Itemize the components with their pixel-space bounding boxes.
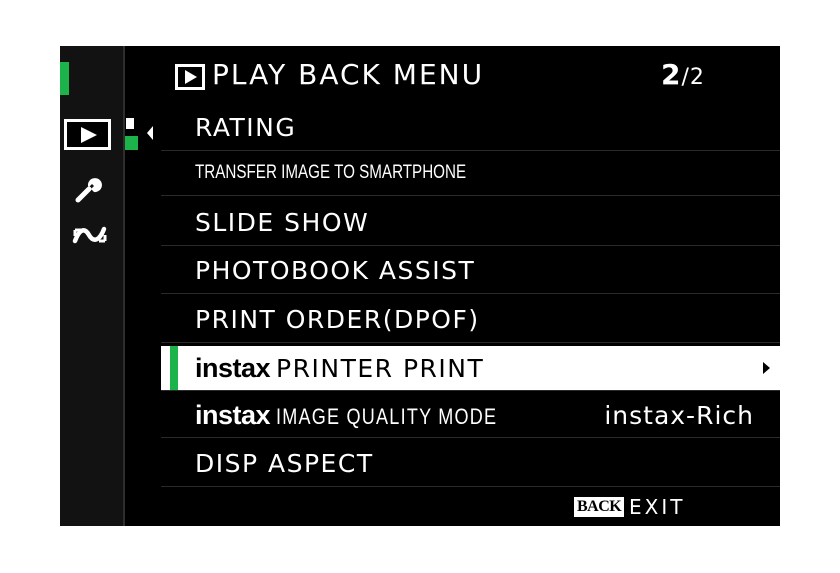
menu-item-label: instax PRINTER PRINT [195,353,484,384]
connection-icon[interactable] [72,224,108,246]
page-total: /2 [681,65,705,90]
page-current: 2 [661,58,682,91]
menu-item-text: IMAGE QUALITY MODE [276,404,498,429]
camera-menu-screen: PLAY BACK MENU 2/2 RATING TRANSFER IMAGE… [60,46,780,526]
selection-indicator [170,346,178,390]
menu-item-value: instax-Rich [604,401,754,430]
menu-item-print-order[interactable]: PRINT ORDER(DPOF) [161,298,780,343]
wrench-icon[interactable] [74,174,104,204]
menu-header: PLAY BACK MENU 2/2 [161,46,780,106]
playback-tab-icon[interactable] [64,119,111,150]
menu-item-transfer-image[interactable]: TRANSFER IMAGE TO SMARTPHONE [161,151,780,196]
page-number: 2/2 [661,58,705,91]
menu-item-instax-printer-print[interactable]: instax PRINTER PRINT [161,346,780,391]
menu-category-sidebar [60,46,153,526]
menu-item-label: PHOTOBOOK ASSIST [195,256,476,285]
menu-item-instax-image-quality[interactable]: instax IMAGE QUALITY MODE instax-Rich [161,393,780,438]
page-indicator-1 [126,118,134,129]
menu-item-label: PRINT ORDER(DPOF) [195,305,480,334]
sidebar-accent-mark [60,62,69,95]
sidebar-divider [123,46,125,526]
back-button-badge[interactable]: BACK [574,497,625,517]
page-title: PLAY BACK MENU [212,58,485,91]
instax-logo: instax [195,400,271,430]
active-tab-caret-icon [147,126,153,140]
menu-item-disp-aspect[interactable]: DISP ASPECT [161,442,780,487]
submenu-arrow-icon [763,362,770,374]
menu-item-label: RATING [195,113,297,142]
exit-label: EXIT [629,495,686,519]
menu-item-slide-show[interactable]: SLIDE SHOW [161,201,780,246]
menu-item-rating[interactable]: RATING [161,106,780,151]
menu-footer: BACK EXIT [161,489,780,526]
menu-item-photobook-assist[interactable]: PHOTOBOOK ASSIST [161,249,780,294]
menu-item-text: PRINTER PRINT [276,354,485,383]
instax-logo: instax [195,353,271,383]
menu-item-label: DISP ASPECT [195,449,374,478]
menu-item-label: SLIDE SHOW [195,208,370,237]
menu-item-label: TRANSFER IMAGE TO SMARTPHONE [195,162,467,183]
menu-panel: PLAY BACK MENU 2/2 RATING TRANSFER IMAGE… [161,46,780,526]
playback-icon [175,64,205,90]
menu-item-label: instax IMAGE QUALITY MODE [195,400,546,431]
page-indicator-2-active [124,136,138,150]
